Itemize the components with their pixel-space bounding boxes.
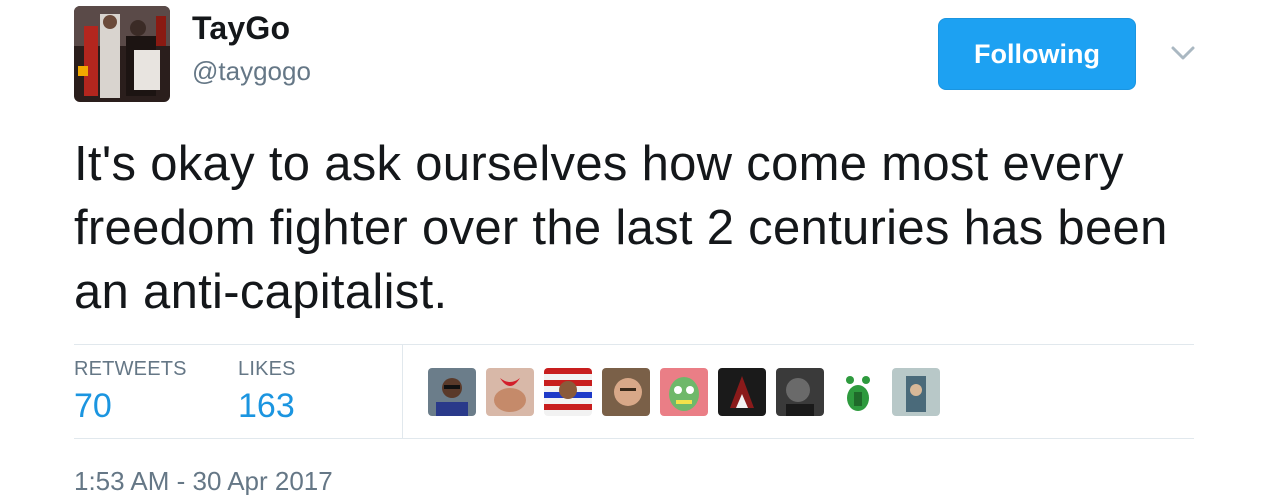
author-display-name[interactable]: TayGo <box>192 10 290 47</box>
avatar-image <box>74 6 170 102</box>
following-button[interactable]: Following <box>938 18 1136 90</box>
retweets-count: 70 <box>74 387 112 425</box>
likers-avatars <box>428 368 940 416</box>
liker-avatar[interactable] <box>660 368 708 416</box>
divider <box>74 438 1194 439</box>
divider <box>74 344 1194 345</box>
author-avatar[interactable] <box>74 6 170 102</box>
liker-avatar[interactable] <box>718 368 766 416</box>
liker-avatar[interactable] <box>428 368 476 416</box>
tweet-card: TayGo @taygogo Following It's okay to as… <box>0 0 1265 495</box>
liker-avatar[interactable] <box>892 368 940 416</box>
liker-avatar[interactable] <box>776 368 824 416</box>
stats-separator <box>402 345 403 438</box>
likes-count: 163 <box>238 387 295 425</box>
tweet-timestamp[interactable]: 1:53 AM - 30 Apr 2017 <box>74 466 333 495</box>
retweets-stat[interactable]: RETWEETS 70 <box>74 358 187 426</box>
liker-avatar[interactable] <box>602 368 650 416</box>
retweets-label: RETWEETS <box>74 358 187 380</box>
chevron-down-icon[interactable] <box>1168 38 1198 68</box>
liker-avatar[interactable] <box>834 368 882 416</box>
liker-avatar[interactable] <box>544 368 592 416</box>
likes-label: LIKES <box>238 358 296 380</box>
author-handle[interactable]: @taygogo <box>192 56 311 87</box>
liker-avatar[interactable] <box>486 368 534 416</box>
tweet-text: It's okay to ask ourselves how come most… <box>74 137 1168 319</box>
likes-stat[interactable]: LIKES 163 <box>238 358 296 426</box>
